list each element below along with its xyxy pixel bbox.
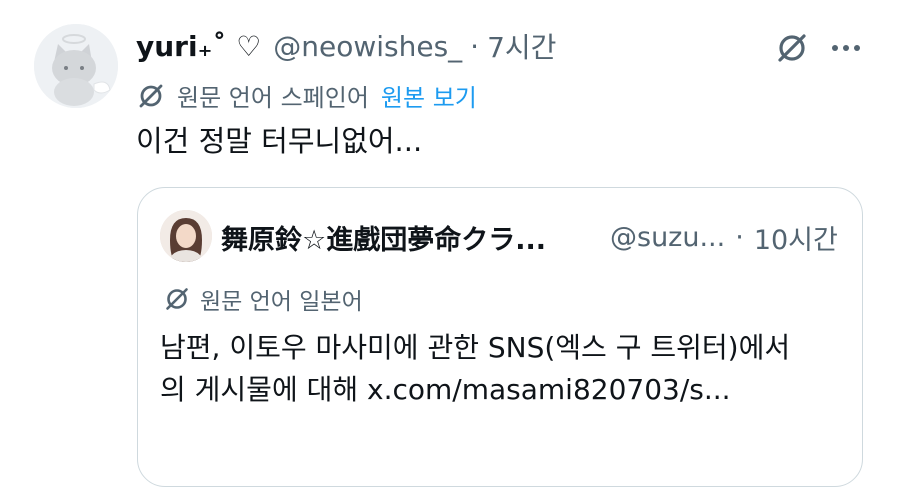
more-icon[interactable]: [826, 28, 866, 68]
post-text: 이건 정말 터무니없어...: [136, 124, 423, 158]
quote-header: 舞原鈴☆進戲団夢命クラ... @suzu... · 10시간: [221, 218, 846, 257]
user-handle[interactable]: @neowishes_: [273, 30, 462, 63]
profile-photo-image: [160, 210, 212, 262]
grok-icon[interactable]: [772, 28, 812, 68]
quote-display-name[interactable]: 舞原鈴☆進戲団夢命クラ...: [221, 218, 586, 257]
quote-translation-row: 원문 언어 일본어: [164, 282, 363, 316]
translate-icon: [164, 286, 190, 312]
separator-dot: ·: [735, 222, 744, 253]
display-name[interactable]: yuri₊˚ ♡: [136, 30, 261, 63]
cat-avatar-image: [34, 24, 118, 108]
translation-row: 원문 언어 스페인어 원본 보기: [137, 78, 477, 113]
separator-dot: ·: [470, 29, 480, 63]
quote-handle[interactable]: @suzu...: [610, 222, 725, 253]
avatar[interactable]: [34, 24, 118, 108]
translate-icon: [137, 82, 165, 110]
show-original-link[interactable]: 원본 보기: [381, 78, 477, 113]
quote-text-line: 남편, 이토우 마사미에 관한 SNS(엑스 구 트위터)에서: [160, 331, 791, 364]
quote-text-line: 의 게시물에 대해 x.com/masami820703/s...: [160, 373, 731, 406]
quoted-post[interactable]: 舞原鈴☆進戲団夢命クラ... @suzu... · 10시간 원문 언어 일본어…: [137, 187, 863, 487]
post-header: yuri₊˚ ♡ @neowishes_ · 7시간: [136, 26, 556, 66]
translation-label: 원문 언어 스페인어: [177, 84, 369, 112]
quote-translation-label: 원문 언어 일본어: [200, 289, 363, 315]
post-time[interactable]: 7시간: [487, 26, 556, 66]
quote-avatar[interactable]: [160, 210, 212, 262]
quote-time[interactable]: 10시간: [754, 218, 838, 257]
